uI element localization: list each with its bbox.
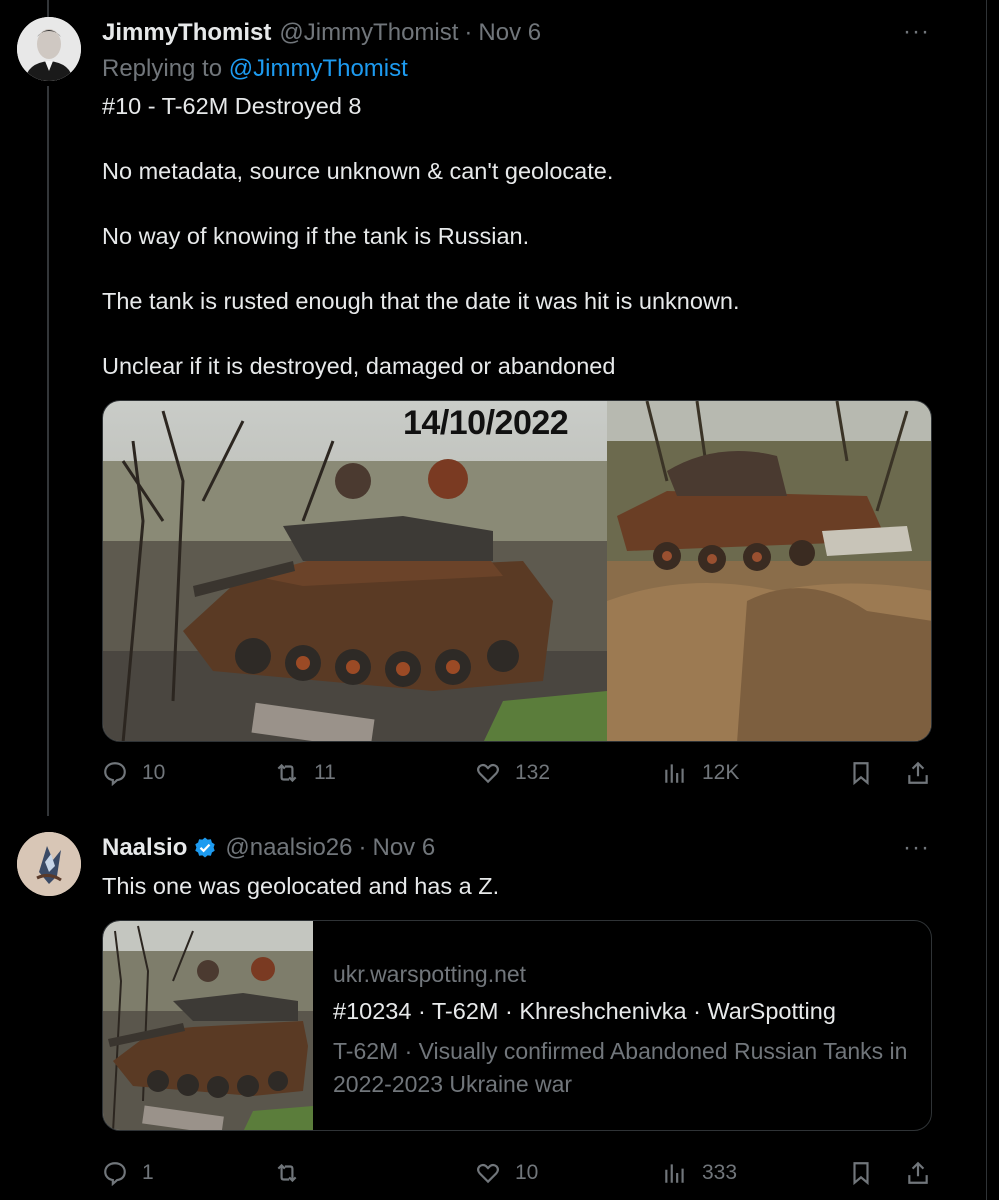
retweet-button[interactable] [274, 1160, 314, 1186]
tweet-text: This one was geolocated and has a Z. [102, 873, 500, 899]
bookmark-button[interactable] [848, 1160, 874, 1186]
like-count: 132 [515, 761, 551, 784]
timeline-right-border [986, 0, 987, 1200]
tweet-paragraph: Unclear if it is destroyed, damaged or a… [102, 353, 616, 379]
like-count: 10 [515, 1161, 539, 1184]
link-preview-text: ukr.warspotting.net #10234 · T-62M · Khr… [333, 961, 913, 1101]
bookmark-icon [853, 762, 869, 786]
views-button[interactable]: 333 [662, 1160, 737, 1186]
tweet-actions: 10 11 132 12K [102, 760, 942, 800]
tweet-paragraph: No metadata, source unknown & can't geol… [102, 158, 614, 184]
link-preview-card[interactable]: ukr.warspotting.net #10234 · T-62M · Khr… [102, 920, 932, 1131]
tweet-header: JimmyThomist @JimmyThomist · Nov 6 [102, 19, 541, 47]
views-count: 12K [702, 761, 740, 784]
tank-photo-right [607, 401, 931, 741]
more-options-icon[interactable]: ··· [903, 20, 930, 44]
bookmark-button[interactable] [848, 760, 874, 786]
tweet-paragraph: No way of knowing if the tank is Russian… [102, 223, 530, 249]
link-title: #10234 · T-62M · Khreshchenivka · WarSpo… [333, 998, 836, 1024]
heart-icon [477, 763, 499, 784]
reply-icon [104, 1162, 126, 1186]
views-chart-icon [665, 1164, 684, 1183]
display-name[interactable]: JimmyThomist [102, 19, 271, 47]
replying-to-link[interactable]: @JimmyThomist [229, 55, 408, 82]
like-button[interactable]: 10 [475, 1160, 538, 1186]
tweet-naalsio[interactable]: Naalsio @naalsio26 · Nov 6 ··· This one … [0, 812, 986, 1200]
avatar-portrait-icon [17, 17, 81, 81]
like-button[interactable]: 132 [475, 760, 550, 786]
reply-button[interactable]: 10 [102, 760, 165, 786]
retweet-icon [277, 763, 297, 783]
user-handle[interactable]: @naalsio26 [225, 834, 352, 862]
reply-count: 10 [142, 761, 166, 784]
tweet-actions: 1 10 333 [102, 1160, 942, 1200]
tweet-media-photo[interactable]: 14/10/2022 [102, 400, 932, 742]
tweet-date[interactable]: Nov 6 [373, 834, 436, 862]
reply-icon [104, 762, 126, 786]
avatar[interactable] [17, 17, 81, 81]
link-preview-thumbnail [103, 921, 313, 1130]
link-description: T-62M · Visually confirmed Abandoned Rus… [333, 1038, 908, 1097]
user-handle[interactable]: @JimmyThomist [279, 19, 458, 47]
bookmark-icon [853, 1162, 869, 1186]
views-button[interactable]: 12K [662, 760, 739, 786]
views-chart-icon [665, 764, 684, 783]
views-count: 333 [702, 1161, 738, 1184]
share-icon [908, 761, 928, 784]
reply-count: 1 [142, 1161, 154, 1184]
tweet-header: Naalsio @naalsio26 · Nov 6 [102, 834, 435, 862]
link-domain: ukr.warspotting.net [333, 961, 527, 987]
display-name[interactable]: Naalsio [102, 834, 187, 862]
share-icon [908, 1161, 928, 1184]
reply-button[interactable]: 1 [102, 1160, 154, 1186]
separator-dot: · [358, 834, 367, 861]
retweet-count: 11 [314, 761, 336, 784]
replying-to-label: Replying to [102, 55, 229, 82]
verified-badge-icon[interactable] [193, 836, 217, 860]
avatar-artwork-icon [17, 832, 81, 896]
retweet-icon [277, 1163, 297, 1183]
tweet-date[interactable]: Nov 6 [478, 19, 541, 47]
separator-dot: · [464, 19, 473, 46]
tweet-paragraph: The tank is rusted enough that the date … [102, 288, 740, 314]
replying-to: Replying to @JimmyThomist [102, 55, 408, 83]
heart-icon [477, 1163, 499, 1184]
share-button[interactable] [905, 1160, 931, 1186]
retweet-button[interactable]: 11 [274, 760, 336, 786]
share-button[interactable] [905, 760, 931, 786]
tweet-paragraph: #10 - T-62M Destroyed 8 [102, 93, 362, 119]
tweet-text: #10 - T-62M Destroyed 8 No metadata, sou… [102, 90, 942, 415]
photo-date-overlay: 14/10/2022 [403, 404, 569, 442]
tank-photo-left [103, 401, 607, 741]
more-options-icon[interactable]: ··· [903, 836, 930, 860]
tweet-jimmythomist[interactable]: JimmyThomist @JimmyThomist · Nov 6 ··· R… [0, 0, 986, 812]
avatar[interactable] [17, 832, 81, 896]
